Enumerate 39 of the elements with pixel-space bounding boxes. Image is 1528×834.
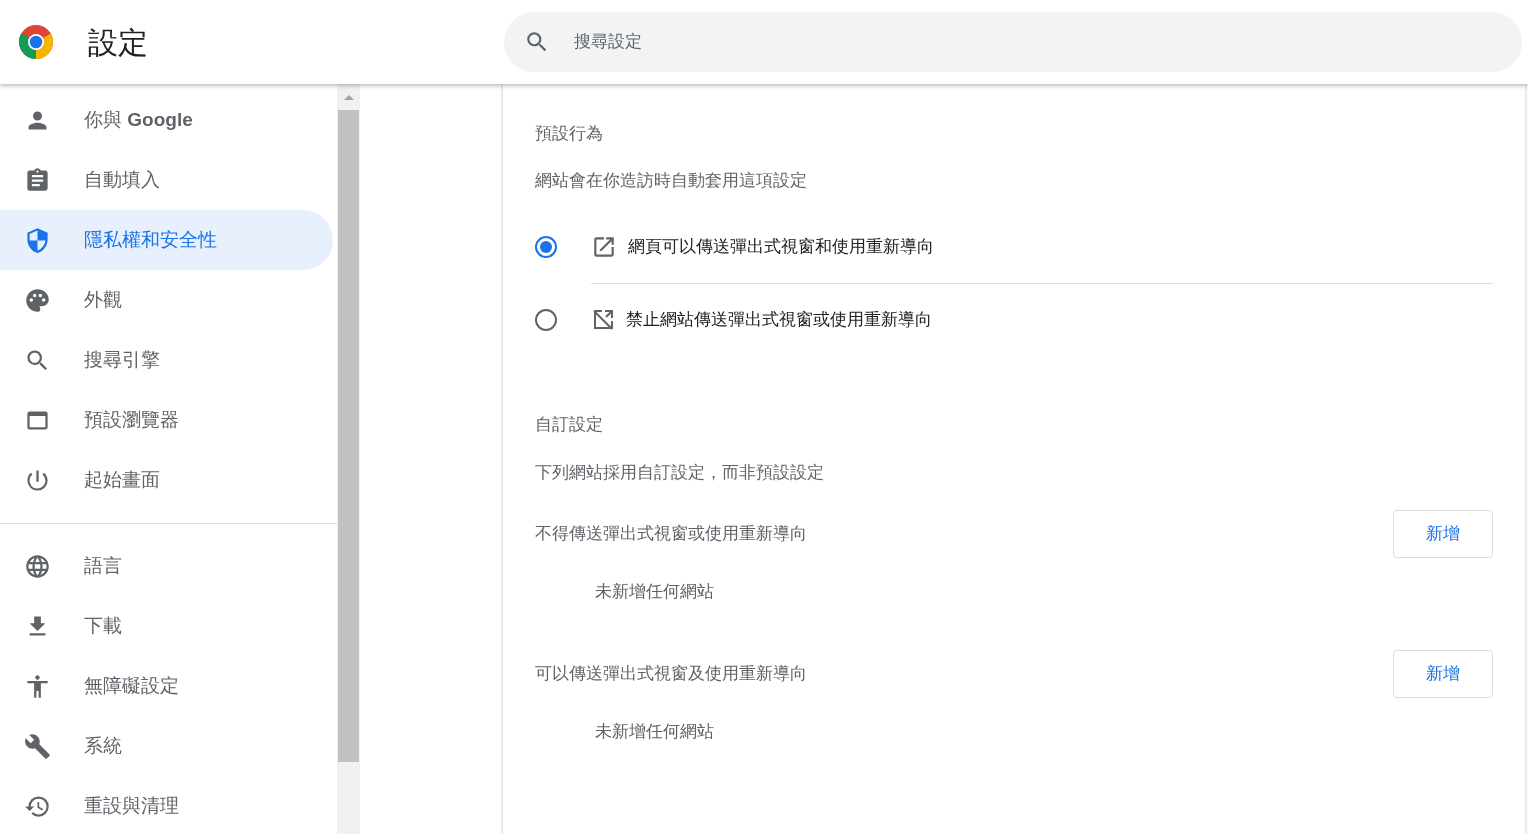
radio-button[interactable] (535, 235, 557, 258)
scroll-up-arrow-icon (342, 93, 355, 101)
blocked-window-icon (591, 308, 615, 332)
clipboard-icon (24, 166, 51, 194)
sidebar-item[interactable]: 重設與清理 (0, 776, 333, 834)
scrollbar-thumb[interactable] (338, 110, 359, 762)
sidebar-item[interactable]: 你與 Google (0, 90, 333, 150)
sidebar-item[interactable]: 預設瀏覽器 (0, 390, 333, 450)
empty-list-message: 未新增任何網站 (594, 581, 715, 603)
page-title: 設定 (88, 24, 149, 61)
scrollbar[interactable] (337, 84, 360, 834)
section-heading: 預設行為 (535, 123, 604, 145)
browser-logo-icon (18, 24, 54, 60)
search-field[interactable]: 搜尋設定 (504, 12, 1522, 72)
section-description: 網站會在你造訪時自動套用這項設定 (535, 170, 808, 192)
sidebar-item[interactable]: 語言 (0, 536, 333, 596)
section-description: 下列網站採用自訂設定，而非預設設定 (535, 462, 825, 484)
palette-icon (24, 286, 51, 314)
add-button[interactable]: 新增 (1393, 650, 1493, 698)
sidebar-item[interactable]: 起始畫面 (0, 450, 333, 510)
sidebar-item[interactable]: 下載 (0, 596, 333, 656)
empty-list-message: 未新增任何網站 (594, 721, 715, 743)
list-title: 不得傳送彈出式視窗或使用重新導向 (535, 523, 807, 546)
sidebar-item[interactable]: 隱私權和安全性 (0, 210, 333, 270)
sidebar-item[interactable]: 無障礙設定 (0, 656, 333, 716)
sidebar-item[interactable]: 搜尋引擎 (0, 330, 333, 390)
list-title: 可以傳送彈出式視窗及使用重新導向 (535, 663, 807, 686)
globe-icon (24, 552, 51, 580)
accessibility-icon (24, 672, 51, 700)
option-label: 網頁可以傳送彈出式視窗和使用重新導向 (628, 235, 934, 258)
sidebar-item[interactable]: 外觀 (0, 270, 333, 330)
wrench-icon (24, 732, 51, 760)
radio-button[interactable] (535, 308, 557, 331)
shield-icon (24, 226, 51, 254)
option-label: 禁止網站傳送彈出式視窗或使用重新導向 (626, 309, 932, 332)
section-heading: 自訂設定 (535, 414, 604, 436)
sidebar-item[interactable]: 系統 (0, 716, 333, 776)
sidebar-item[interactable]: 自動填入 (0, 150, 333, 210)
add-button[interactable]: 新增 (1393, 510, 1493, 558)
